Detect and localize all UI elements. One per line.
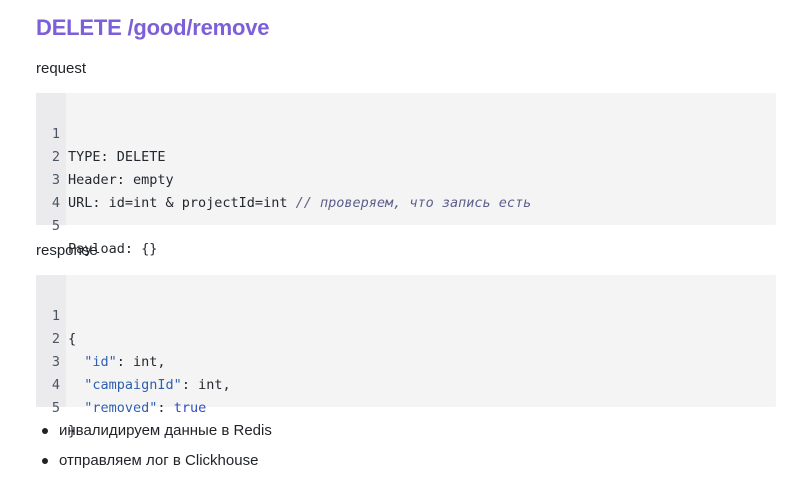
- request-label: request: [36, 60, 87, 77]
- json-keyword: true: [173, 400, 207, 416]
- list-item-text: отправляем лог в Clickhouse: [59, 452, 259, 469]
- response-label: response: [36, 242, 98, 259]
- request-code-block[interactable]: 1 TYPE: DELETE 2 Header: empty 3 URL: id…: [36, 93, 776, 257]
- code-text: URL: id=int & projectId=int: [68, 195, 296, 211]
- code-line: 3 URL: id=int & projectId=int // проверя…: [36, 146, 531, 211]
- line-number: 5: [51, 400, 60, 416]
- list-item: отправляем лог в Clickhouse: [36, 450, 272, 480]
- code-line: 3 "campaignId": int,: [36, 328, 231, 393]
- code-text: : int,: [116, 354, 166, 370]
- bullet-list: инвалидируем данные в Redis отправляем л…: [36, 420, 272, 480]
- code-text: : int,: [181, 377, 231, 393]
- response-code-block[interactable]: 1 { 2 "id": int, 3 "campaignId": int, 4 …: [36, 275, 776, 439]
- code-text: :: [157, 400, 174, 416]
- code-line: 1 TYPE: DELETE: [36, 100, 166, 165]
- json-key: "campaignId": [84, 377, 182, 393]
- json-key: "removed": [84, 400, 158, 416]
- bullet-dot-icon: [42, 458, 48, 464]
- code-comment: // проверяем, что запись есть: [295, 195, 532, 211]
- line-number: 5: [51, 218, 60, 234]
- bullet-dot-icon: [42, 428, 48, 434]
- code-line: 4 "removed": true: [36, 351, 206, 416]
- code-line: 5 }: [36, 374, 85, 439]
- page-title: DELETE /good/remove: [36, 15, 270, 40]
- code-line: 2 Header: empty: [36, 123, 174, 188]
- code-line: 2 "id": int,: [36, 305, 166, 370]
- json-key: "id": [84, 354, 117, 370]
- list-item: инвалидируем данные в Redis: [36, 420, 272, 450]
- code-line: 5 Payload: {}: [36, 192, 158, 257]
- code-line: 4: [36, 169, 85, 211]
- list-item-text: инвалидируем данные в Redis: [59, 422, 272, 439]
- code-line: 1 {: [36, 282, 85, 347]
